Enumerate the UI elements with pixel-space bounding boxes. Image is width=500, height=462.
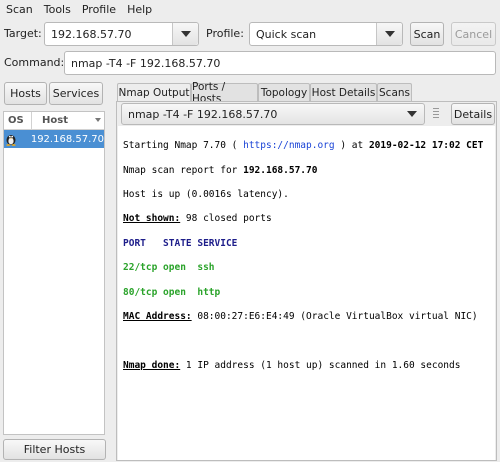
output-line: 22/tcp open ssh [123,262,215,274]
output-line: 80/tcp open http [123,286,221,298]
linux-penguin-icon [4,132,19,146]
menu-profile[interactable]: Profile [76,3,121,16]
output-line: Nmap done: 1 IP address (1 host up) scan… [123,359,461,371]
command-input[interactable]: nmap -T4 -F 192.168.57.70 [64,51,496,75]
host-ip: 192.168.57.70 [30,133,104,145]
tab-ports-hosts[interactable]: Ports / Hosts [191,81,258,105]
services-button[interactable]: Services [49,82,103,105]
target-combo[interactable]: 192.168.57.70 [44,22,199,46]
chevron-down-icon [399,104,424,124]
output-line: MAC Address: 08:00:27:E6:E4:49 (Oracle V… [123,310,478,322]
output-line: Nmap scan report for 192.168.57.70 [123,164,318,176]
scan-output-select-value: nmap -T4 -F 192.168.57.70 [128,107,278,121]
host-list[interactable]: OS Host 192.168.57.70 [3,111,105,435]
cancel-button[interactable]: Cancel [451,22,496,46]
menu-tools[interactable]: Tools [38,3,76,16]
tab-scans[interactable]: Scans [377,83,412,101]
output-line: Host is up (0.0016s latency). [123,188,289,200]
output-line: PORT STATE SERVICE [123,237,238,249]
details-button[interactable]: Details [451,103,495,125]
output-line: Not shown: 98 closed ports [123,213,272,225]
output-line: Starting Nmap 7.70 ( https://nmap.org ) … [123,140,484,152]
target-input[interactable]: 192.168.57.70 [51,28,131,41]
tab-host-details[interactable]: Host Details [310,83,377,101]
scan-button[interactable]: Scan [410,22,444,46]
profile-label: Profile: [206,27,244,40]
nmap-output-text[interactable]: Starting Nmap 7.70 ( https://nmap.org ) … [118,126,495,460]
command-text[interactable]: nmap -T4 -F 192.168.57.70 [71,57,220,70]
menubar: Scan Tools Profile Help [0,0,500,18]
filter-hosts-button[interactable]: Filter Hosts [3,439,106,460]
column-host-label: Host [42,115,68,126]
tab-topology[interactable]: Topology [258,83,310,101]
nmap-link[interactable]: https://nmap.org [243,140,335,151]
chevron-down-icon [384,31,395,37]
column-host[interactable]: Host [32,112,104,129]
scan-output-select[interactable]: nmap -T4 -F 192.168.57.70 [121,103,425,125]
host-list-header: OS Host [4,112,104,130]
column-os[interactable]: OS [4,112,32,129]
menu-scan[interactable]: Scan [0,3,38,16]
host-row[interactable]: 192.168.57.70 [4,130,104,148]
command-label: Command: [4,56,65,69]
profile-select[interactable]: Quick scan [256,28,316,41]
profile-combo[interactable]: Quick scan [249,22,403,46]
profile-dropdown-button[interactable] [376,23,402,45]
target-dropdown-button[interactable] [172,23,198,45]
hosts-button[interactable]: Hosts [4,82,47,105]
target-label: Target: [4,27,42,40]
drag-handle-icon[interactable] [433,108,439,120]
tab-nmap-output[interactable]: Nmap Output [117,83,191,102]
sort-arrow-icon [95,118,101,122]
chevron-down-icon [180,31,191,37]
menu-help[interactable]: Help [121,3,157,16]
